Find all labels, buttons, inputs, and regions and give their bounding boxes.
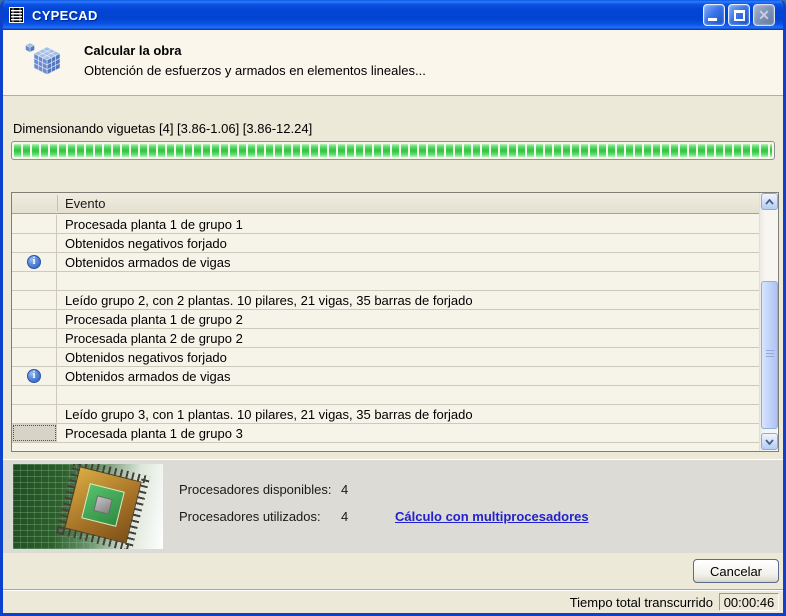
progress-bar (11, 141, 775, 160)
scrollbar-thumb[interactable] (761, 281, 778, 429)
row-event-text: Procesada planta 1 de grupo 3 (65, 426, 243, 441)
cpu-chip (64, 466, 142, 544)
row-icon-cell: i (12, 215, 57, 233)
row-icon-cell: i (12, 367, 57, 385)
close-icon: ✕ (758, 7, 770, 23)
row-event-text (57, 272, 759, 290)
event-column-header: Evento (65, 196, 106, 211)
maximize-icon (734, 10, 745, 21)
chevron-up-icon (765, 198, 774, 205)
row-icon-cell: i (12, 424, 57, 442)
processors-used-label: Procesadores utilizados: (179, 509, 321, 524)
row-event-text: Obtenidos armados de vigas (65, 255, 231, 270)
event-table: Evento i Procesada planta 1 de grupo 1 i… (11, 192, 779, 452)
processors-available-label: Procesadores disponibles: (179, 482, 332, 497)
chip-die (93, 495, 113, 515)
row-icon-cell: i (12, 272, 57, 290)
table-row[interactable]: i Obtenidos negativos forjado (12, 348, 759, 367)
table-row[interactable]: i Leído grupo 2, con 2 plantas. 10 pilar… (12, 291, 759, 310)
titlebar[interactable]: CYPECAD ✕ (3, 0, 783, 30)
chevron-down-icon (765, 438, 774, 445)
table-row[interactable]: i (12, 386, 759, 405)
table-row[interactable]: i (12, 272, 759, 291)
chip-core (81, 483, 125, 527)
row-icon-cell: i (12, 291, 57, 309)
cancel-button[interactable]: Cancelar (693, 559, 779, 583)
info-icon: i (27, 369, 41, 383)
processors-panel: Procesadores disponibles: 4 Procesadores… (3, 459, 783, 553)
column-divider (57, 195, 58, 211)
close-button[interactable]: ✕ (753, 4, 775, 26)
row-icon-cell: i (12, 405, 57, 423)
row-icon-cell: i (12, 310, 57, 328)
scroll-up-button[interactable] (761, 193, 778, 210)
elapsed-time-label: Tiempo total transcurrido (569, 595, 713, 610)
progress-fill (14, 144, 772, 157)
row-icon-cell: i (12, 348, 57, 366)
maximize-button[interactable] (728, 4, 750, 26)
minimize-button[interactable] (703, 4, 725, 26)
info-icon: i (27, 255, 41, 269)
row-icon-cell: i (12, 253, 57, 271)
processors-available-value: 4 (341, 482, 349, 497)
table-row[interactable]: i Obtenidos armados de vigas (12, 253, 759, 272)
table-row[interactable]: i Obtenidos negativos forjado (12, 234, 759, 253)
row-icon-cell: i (12, 386, 57, 404)
row-icon-cell: i (12, 329, 57, 347)
scrollbar-grip (766, 350, 774, 359)
table-row[interactable]: i Procesada planta 1 de grupo 1 (12, 215, 759, 234)
dialog-title: Calcular la obra (84, 43, 182, 58)
row-event-text: Leído grupo 2, con 2 plantas. 10 pilares… (65, 293, 473, 308)
progress-status-text: Dimensionando viguetas [4] [3.86-1.06] [… (13, 121, 313, 136)
row-event-text: Obtenidos negativos forjado (65, 350, 227, 365)
multiprocessor-link[interactable]: Cálculo con multiprocesadores (395, 509, 589, 524)
table-row[interactable]: i Procesada planta 1 de grupo 2 (12, 310, 759, 329)
window-title: CYPECAD (32, 7, 98, 23)
cpu-chip-image (13, 464, 163, 549)
vertical-scrollbar[interactable] (759, 193, 778, 451)
row-event-text: Obtenidos armados de vigas (65, 369, 231, 384)
dialog-subtitle: Obtención de esfuerzos y armados en elem… (84, 63, 426, 78)
scroll-down-button[interactable] (761, 433, 778, 450)
row-event-text: Procesada planta 1 de grupo 2 (65, 312, 243, 327)
table-body: i Procesada planta 1 de grupo 1 i Obteni… (12, 215, 759, 451)
processors-used-value: 4 (341, 509, 349, 524)
table-row[interactable]: i Leído grupo 3, con 1 plantas. 10 pilar… (12, 405, 759, 424)
row-icon-cell: i (12, 234, 57, 252)
table-row[interactable]: i Obtenidos armados de vigas (12, 367, 759, 386)
minimize-icon (708, 18, 717, 21)
row-event-text: Procesada planta 1 de grupo 1 (65, 217, 243, 232)
table-row[interactable]: i Procesada planta 1 de grupo 3 (12, 424, 759, 443)
row-event-text: Leído grupo 3, con 1 plantas. 10 pilares… (65, 407, 473, 422)
row-event-text: Procesada planta 2 de grupo 2 (65, 331, 243, 346)
elapsed-time-value: 00:00:46 (719, 593, 779, 611)
cypecad-logo-icon (9, 7, 24, 23)
row-event-text: Obtenidos negativos forjado (65, 236, 227, 251)
dialog-header: Calcular la obra Obtención de esfuerzos … (3, 30, 783, 96)
table-row[interactable]: i Procesada planta 2 de grupo 2 (12, 329, 759, 348)
status-bar: Tiempo total transcurrido 00:00:46 (3, 589, 783, 613)
table-header: Evento (12, 193, 759, 214)
row-event-text (57, 386, 759, 404)
cypecad-window: CYPECAD ✕ Calcular la obra Obtención de … (0, 0, 786, 616)
blue-cube-icon (25, 42, 61, 75)
